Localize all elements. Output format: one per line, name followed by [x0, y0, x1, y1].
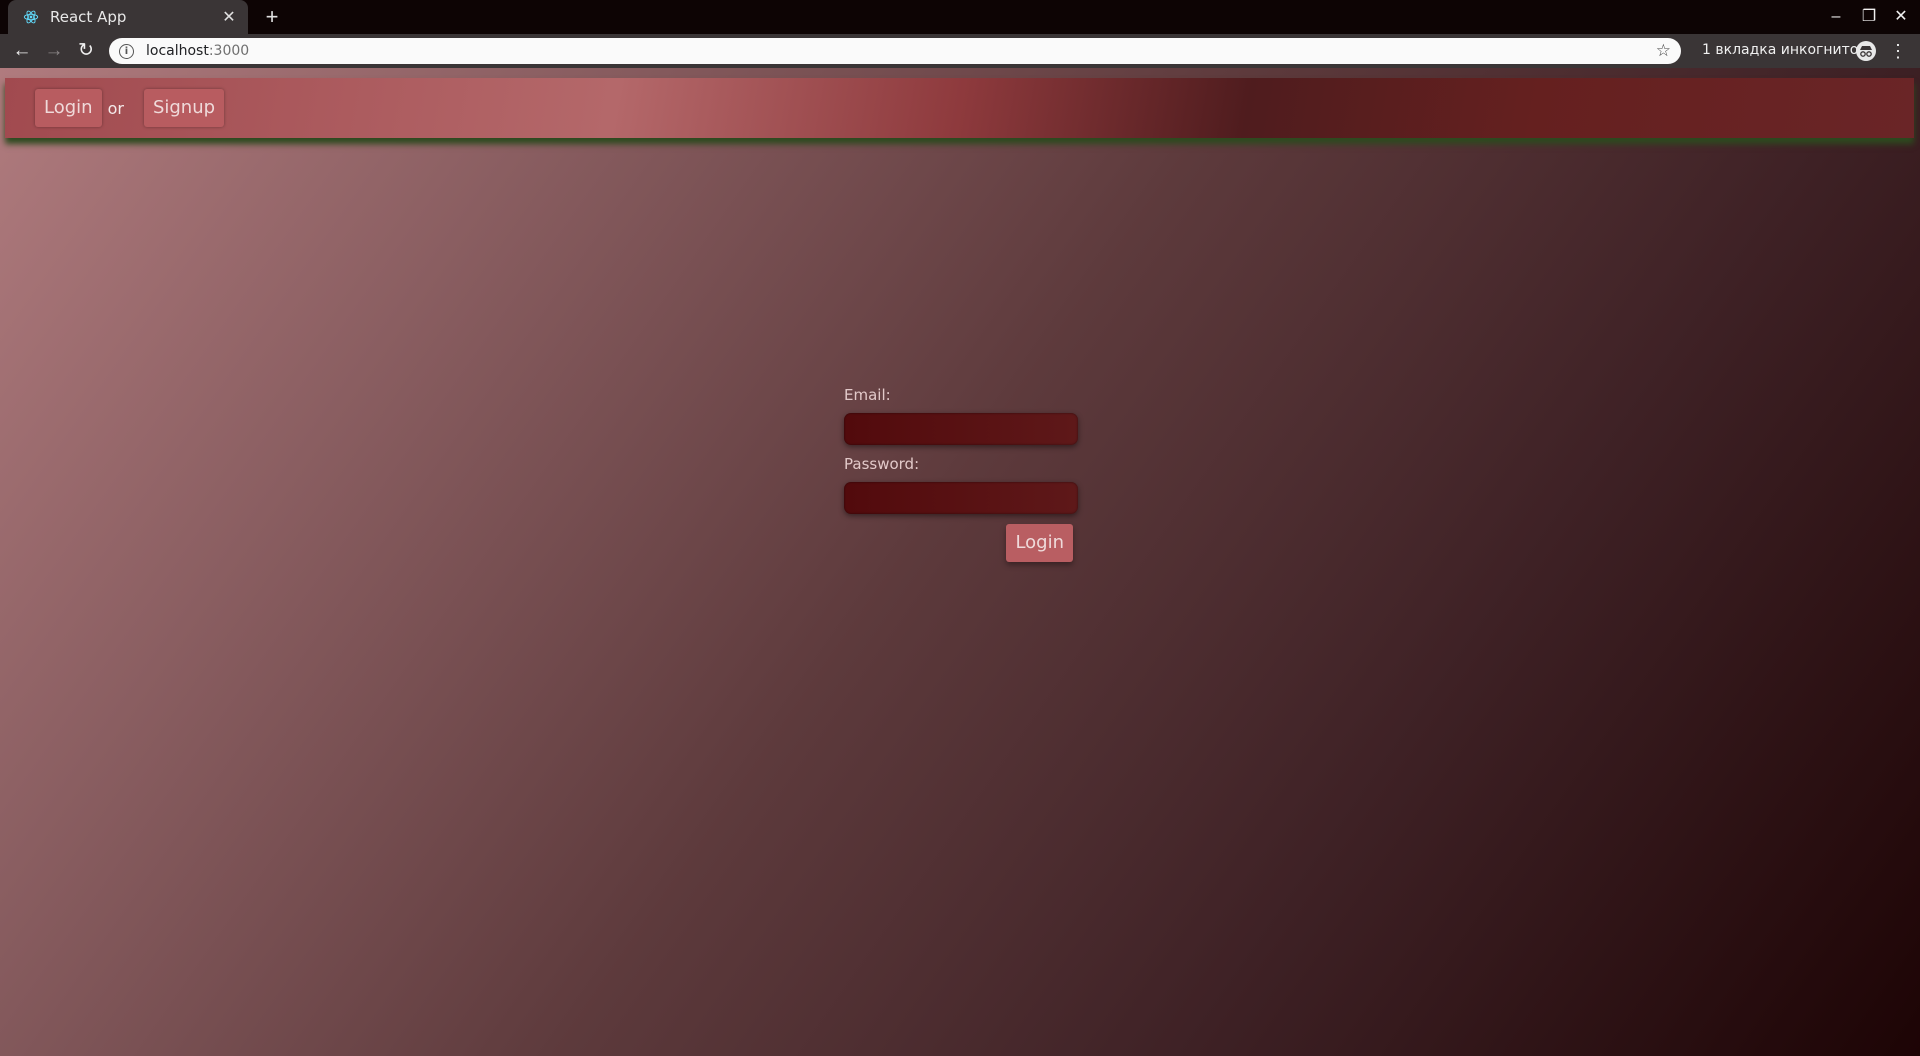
reload-button[interactable]: ↻ — [74, 39, 98, 63]
url-port: :3000 — [208, 43, 250, 59]
login-submit-button[interactable]: Login — [1006, 524, 1073, 562]
url-text: localhost:3000 — [146, 43, 249, 59]
password-field[interactable] — [844, 482, 1078, 514]
minimize-button[interactable]: – — [1825, 6, 1847, 28]
email-field[interactable] — [844, 413, 1078, 445]
browser-tab-bar: React App ✕ + – ❐ ✕ — [0, 0, 1920, 34]
incognito-label: 1 вкладка инкогнито — [1702, 42, 1859, 58]
react-icon — [22, 8, 40, 26]
browser-toolbar: ← → ↻ i localhost:3000 ☆ 1 вкладка инког… — [0, 34, 1920, 68]
close-window-button[interactable]: ✕ — [1890, 6, 1912, 28]
new-tab-button[interactable]: + — [260, 5, 284, 29]
page-viewport: Login or Signup Email: Password: Login — [0, 68, 1920, 1056]
app-header: Login or Signup — [5, 78, 1914, 138]
login-form: Email: Password: Login — [844, 386, 1080, 562]
browser-menu-icon[interactable]: ⋮ — [1888, 39, 1908, 63]
email-label: Email: — [844, 386, 891, 404]
info-icon[interactable]: i — [119, 43, 134, 59]
incognito-icon[interactable] — [1856, 41, 1876, 61]
signup-link[interactable]: Signup — [143, 89, 225, 127]
back-button[interactable]: ← — [10, 39, 34, 63]
or-text: or — [107, 98, 124, 118]
login-link[interactable]: Login — [35, 89, 102, 127]
url-host: localhost — [146, 43, 209, 59]
browser-tab[interactable]: React App ✕ — [8, 0, 248, 34]
address-bar[interactable]: i localhost:3000 ☆ — [109, 38, 1681, 64]
tab-close-icon[interactable]: ✕ — [220, 7, 238, 27]
restore-button[interactable]: ❐ — [1858, 6, 1880, 28]
password-label: Password: — [844, 455, 920, 473]
submit-row: Login — [844, 524, 1073, 562]
forward-button[interactable]: → — [42, 39, 66, 63]
tab-title: React App — [50, 8, 127, 26]
star-icon[interactable]: ☆ — [1656, 41, 1671, 61]
